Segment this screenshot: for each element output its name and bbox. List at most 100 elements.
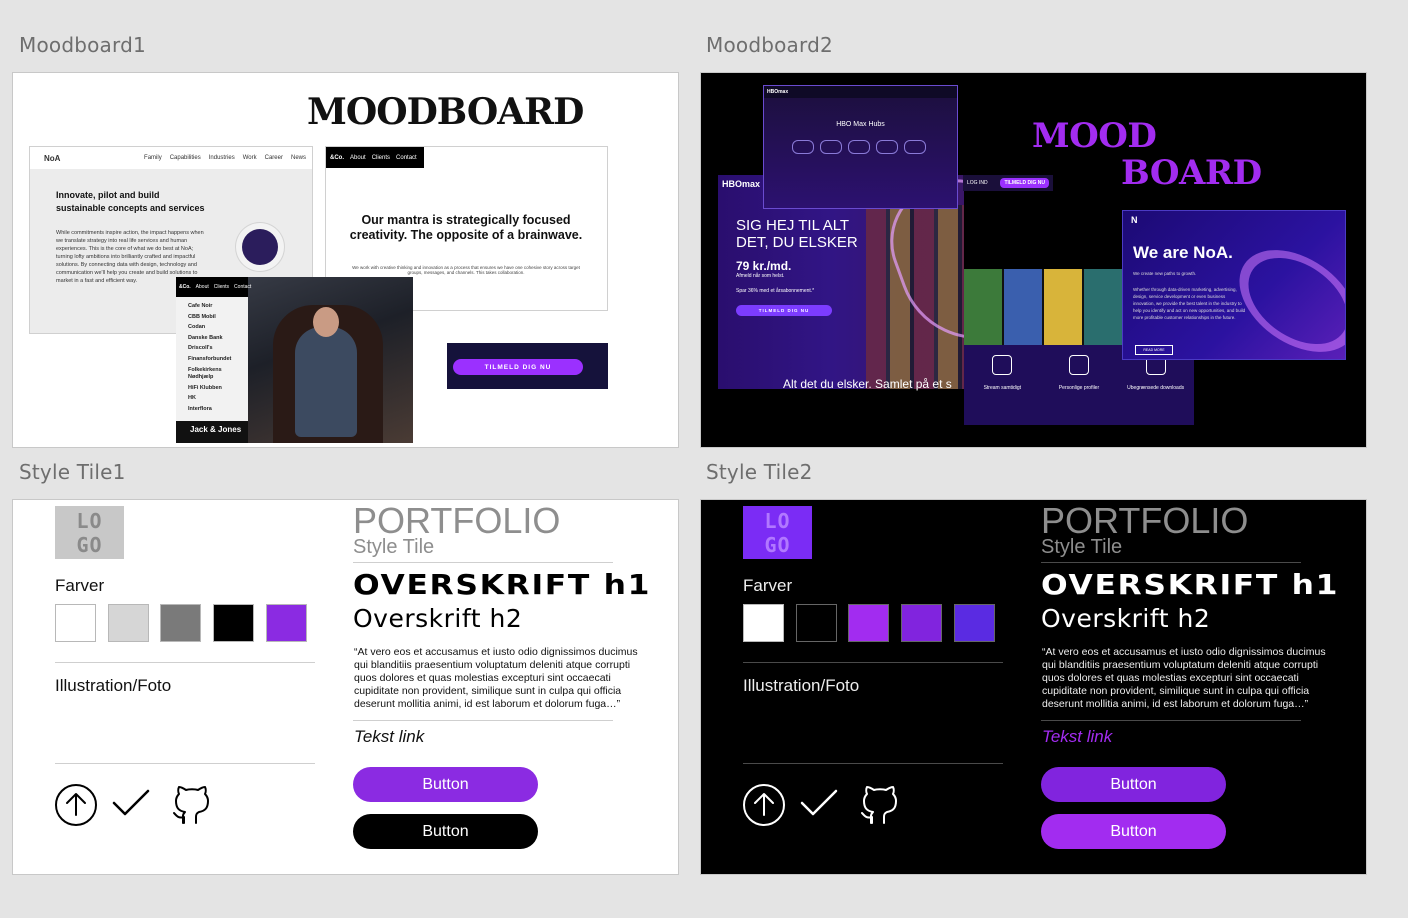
hbo-hubs-topbar: HBOmax: [764, 86, 957, 98]
co-nav-item: Contact: [396, 154, 417, 161]
illustration-label: Illustration/Foto: [55, 676, 172, 695]
client-item: Driscoll's: [188, 345, 213, 352]
noa-dark-screenshot: N We are NoA. We create new paths to gro…: [1122, 210, 1346, 360]
color-swatch-purple: [266, 604, 307, 642]
logo-line2: GO: [76, 532, 103, 557]
github-icon: [861, 786, 897, 824]
artboard-moodboard1[interactable]: MOODBOARD NoA Family Capabilities Indust…: [13, 73, 678, 447]
artboard-label-styletile1[interactable]: Style Tile1: [19, 460, 126, 484]
co-mantra: Our mantra is strategically focused crea…: [349, 213, 583, 242]
colors-label: Farver: [55, 576, 105, 595]
color-swatch-black: [213, 604, 254, 642]
color-swatch-violet: [848, 604, 889, 642]
primary-button-sample[interactable]: Button: [1041, 767, 1226, 802]
body-text-sample: “At vero eos et accusamus et iusto odio …: [354, 646, 638, 710]
logo-placeholder: LO GO: [743, 506, 812, 559]
client-item: Cafe Noir: [188, 303, 213, 309]
divider: [743, 662, 1003, 663]
hbo-feature-list: Stream samtidigt Personlige profiler Ube…: [964, 355, 1194, 391]
hbo-price: 79 kr./md.: [736, 259, 792, 273]
heading-h1-sample: OVERSKRIFT h1: [1041, 568, 1340, 601]
person-shape: [295, 327, 357, 437]
noa-dark-sub: We create new paths to growth.: [1133, 271, 1197, 276]
screens-icon: [992, 355, 1013, 375]
arrow-up-circle-icon: [55, 784, 97, 826]
check-icon: [800, 789, 838, 816]
hbo-login-bar: LOG IND TILMELD DIG NU: [963, 175, 1053, 191]
noa-headline: Innovate, pilot and build sustainable co…: [56, 190, 205, 213]
menu-nav-item: About: [195, 284, 209, 290]
noa-nav-item: Industries: [208, 155, 235, 161]
noa-dark-headline: We are NoA.: [1133, 243, 1233, 262]
co-logo: &Co.: [330, 154, 344, 161]
client-item: Finansforbundet: [188, 355, 232, 362]
hbo-headline: SIG HEJ TIL ALT DET, DU ELSKER: [736, 217, 858, 251]
divider: [1041, 562, 1301, 563]
noa-dark-logo: N: [1131, 215, 1138, 225]
divider: [55, 763, 315, 764]
menu-topbar: &Co. About Clients Contact: [176, 277, 251, 297]
client-item: HiFi Klubben: [188, 384, 222, 391]
noa-read-more: READ MORE: [1135, 345, 1173, 355]
co-nav-item: About: [350, 154, 366, 161]
clients-menu-screenshot: &Co. About Clients Contact Cafe Noir CBB…: [176, 277, 251, 443]
colors-label: Farver: [743, 576, 793, 595]
arrow-up-circle-icon: [743, 784, 785, 826]
color-swatch-white: [55, 604, 96, 642]
divider: [353, 720, 613, 721]
divider: [353, 562, 613, 563]
logo-line1: LO: [764, 508, 791, 533]
noa-nav-item: Work: [242, 155, 257, 161]
client-item: HK: [188, 395, 196, 402]
divider: [743, 763, 1003, 764]
styletile-subtitle: Style Tile: [1041, 536, 1123, 558]
menu-footer: Jack & Jones: [176, 421, 248, 443]
artboard-label-styletile2[interactable]: Style Tile2: [706, 460, 813, 484]
client-item: CBB Mobil: [188, 313, 216, 320]
client-list: Cafe Noir CBB Mobil Codan Danske Bank Dr…: [188, 301, 248, 414]
client-item: Codan: [188, 324, 206, 331]
artboard-label-moodboard1[interactable]: Moodboard1: [19, 33, 146, 57]
noa-nav-item: Career: [264, 155, 283, 161]
client-item: Interflora: [188, 405, 212, 412]
artboard-moodboard2[interactable]: HBOmax SIG HEJ TIL ALT DET, DU ELSKER 79…: [701, 73, 1366, 447]
menu-logo: &Co.: [179, 284, 191, 290]
check-icon: [112, 789, 150, 816]
noa-nav: NoA Family Capabilities Industries Work …: [30, 147, 312, 169]
text-link-sample[interactable]: Tekst link: [354, 727, 424, 747]
text-link-sample[interactable]: Tekst link: [1042, 727, 1112, 747]
noa-nav-item: News: [290, 155, 306, 161]
cta-sample-button: TILMELD DIG NU: [453, 359, 583, 375]
moodboard2-title-line1: MOOD: [1032, 116, 1157, 156]
body-text-sample: “At vero eos et accusamus et iusto odio …: [1042, 646, 1326, 710]
artboard-styletile2[interactable]: LO GO PORTFOLIO Style Tile Farver Illust…: [701, 500, 1366, 874]
hbo-signup-pill: TILMELD DIG NU: [1000, 178, 1049, 188]
hbo-hub-logos: [792, 140, 926, 154]
hbo-cta-sample: TILMELD DIG NU: [736, 305, 832, 316]
co-nav-item: Clients: [371, 154, 391, 161]
moodboard2-title-line2: BOARD: [1121, 153, 1262, 193]
feature-label: Ubegrænsede downloads: [1127, 385, 1185, 391]
logo-placeholder: LO GO: [55, 506, 124, 559]
hbo-cancel-text: Afmeld når som helst.: [736, 273, 785, 279]
heading-h2-sample: Overskrift h2: [353, 604, 523, 633]
hbo-tagline: Alt det du elsker. Samlet på et s: [783, 377, 952, 391]
secondary-button-sample[interactable]: Button: [1041, 814, 1226, 849]
hbo-hubs-title: HBO Max Hubs: [836, 121, 885, 128]
head-shape: [313, 307, 339, 337]
hbo-save-text: Spar 36% med et årsabonnement.*: [736, 288, 815, 294]
color-swatch-purple: [901, 604, 942, 642]
noa-logo: NoA: [44, 153, 61, 163]
feature-label: Personlige profiler: [1058, 385, 1100, 391]
artboard-styletile1[interactable]: LO GO PORTFOLIO Style Tile Farver Illust…: [13, 500, 678, 874]
hbo-logo: HBOmax: [722, 179, 761, 189]
artboard-label-moodboard2[interactable]: Moodboard2: [706, 33, 833, 57]
color-swatch-indigo: [954, 604, 995, 642]
noa-nav-item: Capabilities: [169, 155, 201, 161]
divider: [55, 662, 315, 663]
noa-circle-graphic: [242, 229, 278, 265]
github-icon: [173, 786, 209, 824]
secondary-button-sample[interactable]: Button: [353, 814, 538, 849]
color-swatch-white: [743, 604, 784, 642]
primary-button-sample[interactable]: Button: [353, 767, 538, 802]
